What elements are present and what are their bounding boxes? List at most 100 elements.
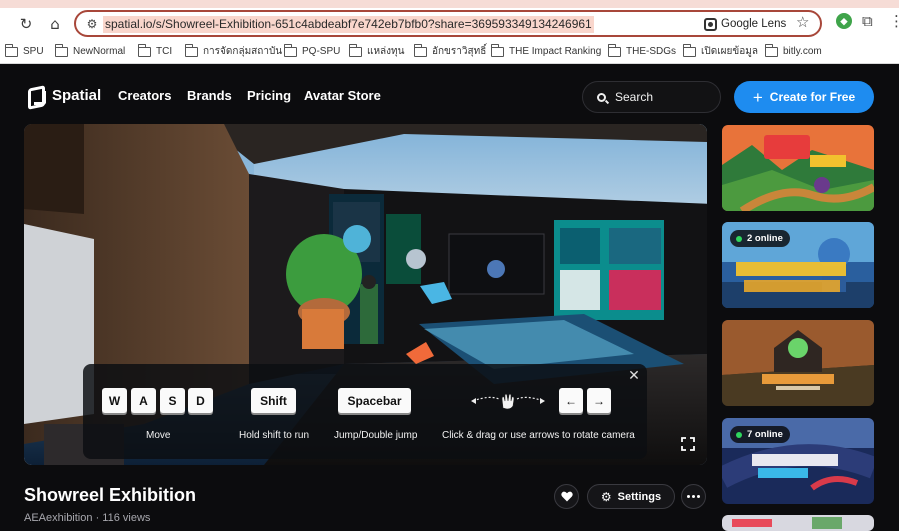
drag-rotate-icon	[471, 393, 545, 410]
bookmark-label: การจัดกลุ่มสถาบัน	[203, 46, 283, 57]
key-shift: Shift	[251, 388, 296, 413]
bookmark-label: เปิดเผยข้อมูล	[701, 46, 758, 57]
online-badge: 7 online	[730, 426, 790, 443]
key-arrow-right: →	[587, 388, 611, 413]
bookmark-label: PQ-SPU	[302, 46, 341, 57]
hint-run: Hold shift to run	[239, 430, 310, 441]
url-text[interactable]: spatial.io/s/Showreel-Exhibition-651c4ab…	[103, 16, 594, 33]
bookmark-folder[interactable]: TCI	[137, 43, 173, 59]
space-card-jailbreak[interactable]: 2 online	[722, 222, 874, 308]
nav-brands[interactable]: Brands	[187, 88, 232, 103]
search-button[interactable]: Search	[582, 81, 721, 113]
card-thumbnail	[722, 320, 874, 406]
bookmark-label: bitly.com	[783, 46, 822, 57]
brand-name: Spatial	[52, 86, 102, 104]
bookmark-label: แหล่งทุน	[367, 46, 405, 57]
bookmark-folder[interactable]: แหล่งทุน	[348, 43, 405, 59]
browser-tab-strip	[0, 0, 899, 8]
nav-pricing[interactable]: Pricing	[247, 88, 291, 103]
key-w: W	[102, 388, 127, 413]
bookmark-folder[interactable]: SPU	[4, 43, 44, 59]
creator-link[interactable]: AEAexhibition	[24, 512, 93, 524]
search-icon	[597, 92, 606, 102]
key-d: D	[188, 388, 213, 413]
bookmark-folder[interactable]: อักขราวิสุทธิ์	[413, 43, 487, 59]
space-card-woodland[interactable]	[722, 320, 874, 406]
space-3d-viewer[interactable]: ✕ W A S D Shift Spacebar ← → Move Hold s…	[24, 124, 707, 465]
home-icon[interactable]: ⌂	[45, 14, 65, 34]
extension-green-icon[interactable]: ◆	[836, 13, 852, 29]
folder-icon	[137, 43, 151, 57]
folder-icon	[490, 43, 504, 57]
more-options-button[interactable]	[681, 484, 706, 509]
bookmark-folder[interactable]: เปิดเผยข้อมูล	[682, 43, 758, 59]
bookmark-label: SPU	[23, 46, 44, 57]
create-for-free-button[interactable]: + Create for Free	[734, 81, 874, 113]
space-card-rfm[interactable]	[722, 125, 874, 211]
address-bar[interactable]: ⚙ spatial.io/s/Showreel-Exhibition-651c4…	[74, 10, 822, 37]
card-thumbnail	[722, 125, 874, 211]
nav-creators[interactable]: Creators	[118, 88, 171, 103]
folder-icon	[184, 43, 198, 57]
bookmark-folder[interactable]: PQ-SPU	[283, 43, 341, 59]
card-thumbnail	[722, 515, 874, 531]
bookmark-folder[interactable]: การจัดกลุ่มสถาบัน	[184, 43, 283, 59]
bookmark-label: THE-SDGs	[626, 46, 676, 57]
search-label: Search	[615, 90, 654, 104]
plus-icon: +	[752, 87, 763, 107]
spatial-logo[interactable]: Spatial	[27, 85, 101, 105]
folder-icon	[54, 43, 68, 57]
hint-move: Move	[146, 430, 171, 441]
folder-icon	[682, 43, 696, 57]
google-lens-button[interactable]: Google Lens	[704, 15, 786, 33]
extensions-puzzle-icon[interactable]: ⧉	[862, 12, 873, 30]
gear-icon: ⚙	[600, 489, 612, 504]
space-title: Showreel Exhibition	[24, 485, 197, 505]
controls-help-overlay: ✕ W A S D Shift Spacebar ← → Move Hold s…	[83, 364, 647, 459]
bookmark-folder[interactable]: NewNormal	[54, 43, 126, 59]
folder-icon	[348, 43, 362, 57]
browser-menu-icon[interactable]: ⋮	[889, 12, 899, 30]
heart-icon	[560, 491, 573, 502]
space-card-partial[interactable]	[722, 515, 874, 531]
bookmark-star-icon[interactable]: ☆	[796, 13, 809, 31]
bookmark-label: NewNormal	[73, 46, 126, 57]
bookmark-folder[interactable]: bitly.com	[764, 43, 822, 59]
settings-label: Settings	[617, 490, 662, 503]
key-spacebar: Spacebar	[338, 388, 411, 413]
spatial-logo-icon	[27, 85, 46, 105]
fullscreen-icon[interactable]	[681, 437, 695, 451]
nav-avatar-store[interactable]: Avatar Store	[304, 88, 381, 103]
google-lens-label: Google Lens	[721, 18, 787, 30]
space-card-superbike[interactable]: 7 online	[722, 418, 874, 504]
key-a: A	[131, 388, 156, 413]
online-count: 2 online	[747, 233, 783, 244]
online-badge: 2 online	[730, 230, 790, 247]
key-s: S	[160, 388, 185, 413]
folder-icon	[607, 43, 621, 57]
close-icon[interactable]: ✕	[627, 369, 641, 383]
key-arrow-left: ←	[559, 388, 583, 413]
folder-icon	[283, 43, 297, 57]
online-dot	[736, 431, 742, 438]
bookmark-label: TCI	[156, 46, 173, 57]
bookmark-label: THE Impact Ranking	[509, 46, 602, 57]
hint-jump: Jump/Double jump	[334, 430, 418, 441]
bookmark-label: อักขราวิสุทธิ์	[432, 46, 487, 57]
bookmark-folder[interactable]: THE-SDGs	[607, 43, 676, 59]
site-info-icon[interactable]: ⚙	[84, 16, 100, 32]
like-button[interactable]	[554, 484, 579, 509]
online-count: 7 online	[747, 429, 783, 440]
ellipsis-icon	[687, 495, 700, 498]
folder-icon	[4, 43, 18, 57]
space-meta: AEAexhibition · 116 views	[24, 512, 150, 524]
lens-icon	[704, 17, 717, 31]
create-for-free-label: Create for Free	[769, 90, 856, 104]
bookmarks-bar: SPU NewNormal TCI การจัดกลุ่มสถาบัน PQ-S…	[0, 39, 899, 64]
bookmark-folder[interactable]: THE Impact Ranking	[490, 43, 602, 59]
folder-icon	[413, 43, 427, 57]
settings-button[interactable]: ⚙ Settings	[587, 484, 675, 509]
folder-icon	[764, 43, 778, 57]
reload-icon[interactable]: ↻	[16, 14, 36, 34]
online-dot	[736, 235, 742, 242]
